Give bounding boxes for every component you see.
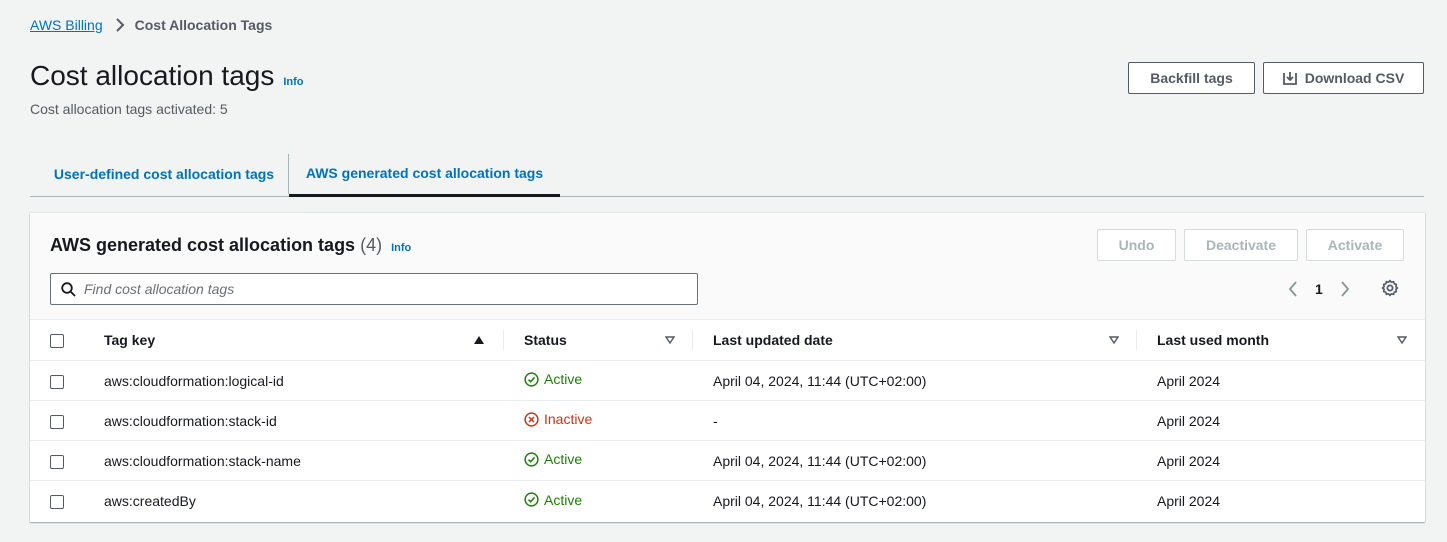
backfill-tags-button[interactable]: Backfill tags bbox=[1128, 62, 1255, 94]
tab-aws-generated[interactable]: AWS generated cost allocation tags bbox=[289, 152, 560, 197]
cell-status: Active bbox=[504, 481, 693, 521]
column-header-tag-key[interactable]: Tag key bbox=[104, 320, 504, 361]
tab-user-defined[interactable]: User-defined cost allocation tags bbox=[30, 152, 288, 196]
download-csv-label: Download CSV bbox=[1304, 70, 1405, 86]
cell-last-updated: April 04, 2024, 11:44 (UTC+02:00) bbox=[713, 492, 927, 509]
column-label-last-used: Last used month bbox=[1157, 332, 1270, 348]
breadcrumb-link-aws-billing[interactable]: AWS Billing bbox=[30, 17, 103, 33]
table-row[interactable]: aws:createdBy Active April 04, 2024, 11:… bbox=[30, 481, 1425, 521]
panel-info-link[interactable]: Info bbox=[391, 242, 411, 254]
status-text: Active bbox=[544, 491, 583, 508]
info-link[interactable]: Info bbox=[283, 76, 303, 88]
page-title: Cost allocation tags bbox=[30, 60, 275, 91]
row-checkbox[interactable] bbox=[50, 414, 64, 429]
tags-panel: AWS generated cost allocation tags (4) I… bbox=[30, 213, 1425, 522]
cell-tag-key: aws:cloudformation:stack-id bbox=[104, 400, 504, 441]
row-checkbox[interactable] bbox=[50, 374, 64, 389]
page-title-block: Cost allocation tags Info bbox=[30, 60, 304, 92]
status-text: Active bbox=[544, 371, 583, 388]
table-row[interactable]: aws:cloudformation:stack-id Inactive - A… bbox=[30, 400, 1425, 441]
download-icon bbox=[1282, 71, 1297, 85]
select-all-checkbox[interactable] bbox=[50, 334, 64, 349]
cell-status: Active bbox=[504, 360, 693, 401]
cell-last-updated: April 04, 2024, 11:44 (UTC+02:00) bbox=[693, 360, 1137, 401]
cell-last-used: April 2024 bbox=[1137, 400, 1425, 441]
gear-icon[interactable] bbox=[1381, 279, 1399, 297]
x-circle-icon bbox=[524, 412, 539, 427]
cell-last-updated: April 04, 2024, 11:44 (UTC+02:00) bbox=[693, 440, 1137, 481]
search-input[interactable] bbox=[84, 281, 664, 297]
status-text: Inactive bbox=[544, 411, 593, 428]
cell-last-used: April 2024 bbox=[1137, 440, 1425, 481]
header-select-cell bbox=[30, 320, 104, 361]
activate-button[interactable]: Activate bbox=[1306, 229, 1404, 261]
cell-tag-key: aws:cloudformation:stack-name bbox=[104, 440, 504, 481]
cell-status: Active bbox=[504, 440, 693, 481]
sort-ascending-icon bbox=[474, 336, 484, 344]
column-header-status[interactable]: Status bbox=[504, 320, 693, 361]
check-circle-icon bbox=[524, 492, 539, 507]
breadcrumb-current: Cost Allocation Tags bbox=[134, 17, 273, 33]
table-row[interactable]: aws:cloudformation:logical-id Active Apr… bbox=[30, 360, 1425, 401]
sort-caret-down-icon bbox=[665, 336, 675, 344]
cell-status: Inactive bbox=[504, 400, 693, 441]
next-page-icon[interactable] bbox=[1340, 281, 1350, 297]
table-row[interactable]: aws:cloudformation:stack-name Active Apr… bbox=[30, 440, 1425, 481]
tab-bar: User-defined cost allocation tags AWS ge… bbox=[30, 152, 1424, 197]
column-label-tag-key: Tag key bbox=[104, 332, 156, 348]
column-header-last-updated[interactable]: Last updated date bbox=[693, 320, 1137, 361]
prev-page-icon[interactable] bbox=[1288, 281, 1298, 297]
tags-table: Tag key Status Last updated date Last us… bbox=[30, 320, 1425, 521]
deactivate-button[interactable]: Deactivate bbox=[1184, 229, 1298, 261]
breadcrumb: AWS Billing Cost Allocation Tags bbox=[30, 17, 272, 33]
undo-button[interactable]: Undo bbox=[1097, 229, 1176, 261]
cell-tag-key: aws:cloudformation:logical-id bbox=[104, 360, 504, 401]
download-csv-button[interactable]: Download CSV bbox=[1263, 62, 1424, 94]
pagination: 1 bbox=[1288, 279, 1350, 299]
search-icon bbox=[61, 281, 76, 297]
sort-caret-down-icon bbox=[1109, 336, 1119, 344]
cell-last-used: April 2024 bbox=[1137, 360, 1425, 401]
status-text: Active bbox=[544, 451, 583, 468]
table-header-row: Tag key Status Last updated date Last us… bbox=[30, 320, 1425, 361]
panel-header: AWS generated cost allocation tags (4) I… bbox=[30, 213, 1425, 320]
cell-last-used: April 2024 bbox=[1157, 492, 1221, 509]
check-circle-icon bbox=[524, 372, 539, 387]
search-box bbox=[50, 273, 698, 305]
page-subtitle: Cost allocation tags activated: 5 bbox=[30, 101, 228, 117]
column-label-status: Status bbox=[524, 332, 567, 348]
chevron-right-icon bbox=[115, 18, 125, 32]
column-label-last-updated: Last updated date bbox=[713, 332, 833, 348]
panel-count: (4) bbox=[360, 235, 383, 255]
column-header-last-used[interactable]: Last used month bbox=[1137, 320, 1425, 361]
row-checkbox[interactable] bbox=[50, 454, 64, 469]
cell-last-updated: - bbox=[693, 400, 1137, 441]
sort-caret-down-icon bbox=[1397, 336, 1407, 344]
panel-title-block: AWS generated cost allocation tags (4) I… bbox=[50, 235, 411, 256]
panel-title: AWS generated cost allocation tags bbox=[50, 235, 356, 255]
row-checkbox[interactable] bbox=[50, 494, 64, 509]
cell-tag-key: aws:createdBy bbox=[104, 492, 196, 509]
check-circle-icon bbox=[524, 452, 539, 467]
page-number[interactable]: 1 bbox=[1315, 281, 1323, 297]
